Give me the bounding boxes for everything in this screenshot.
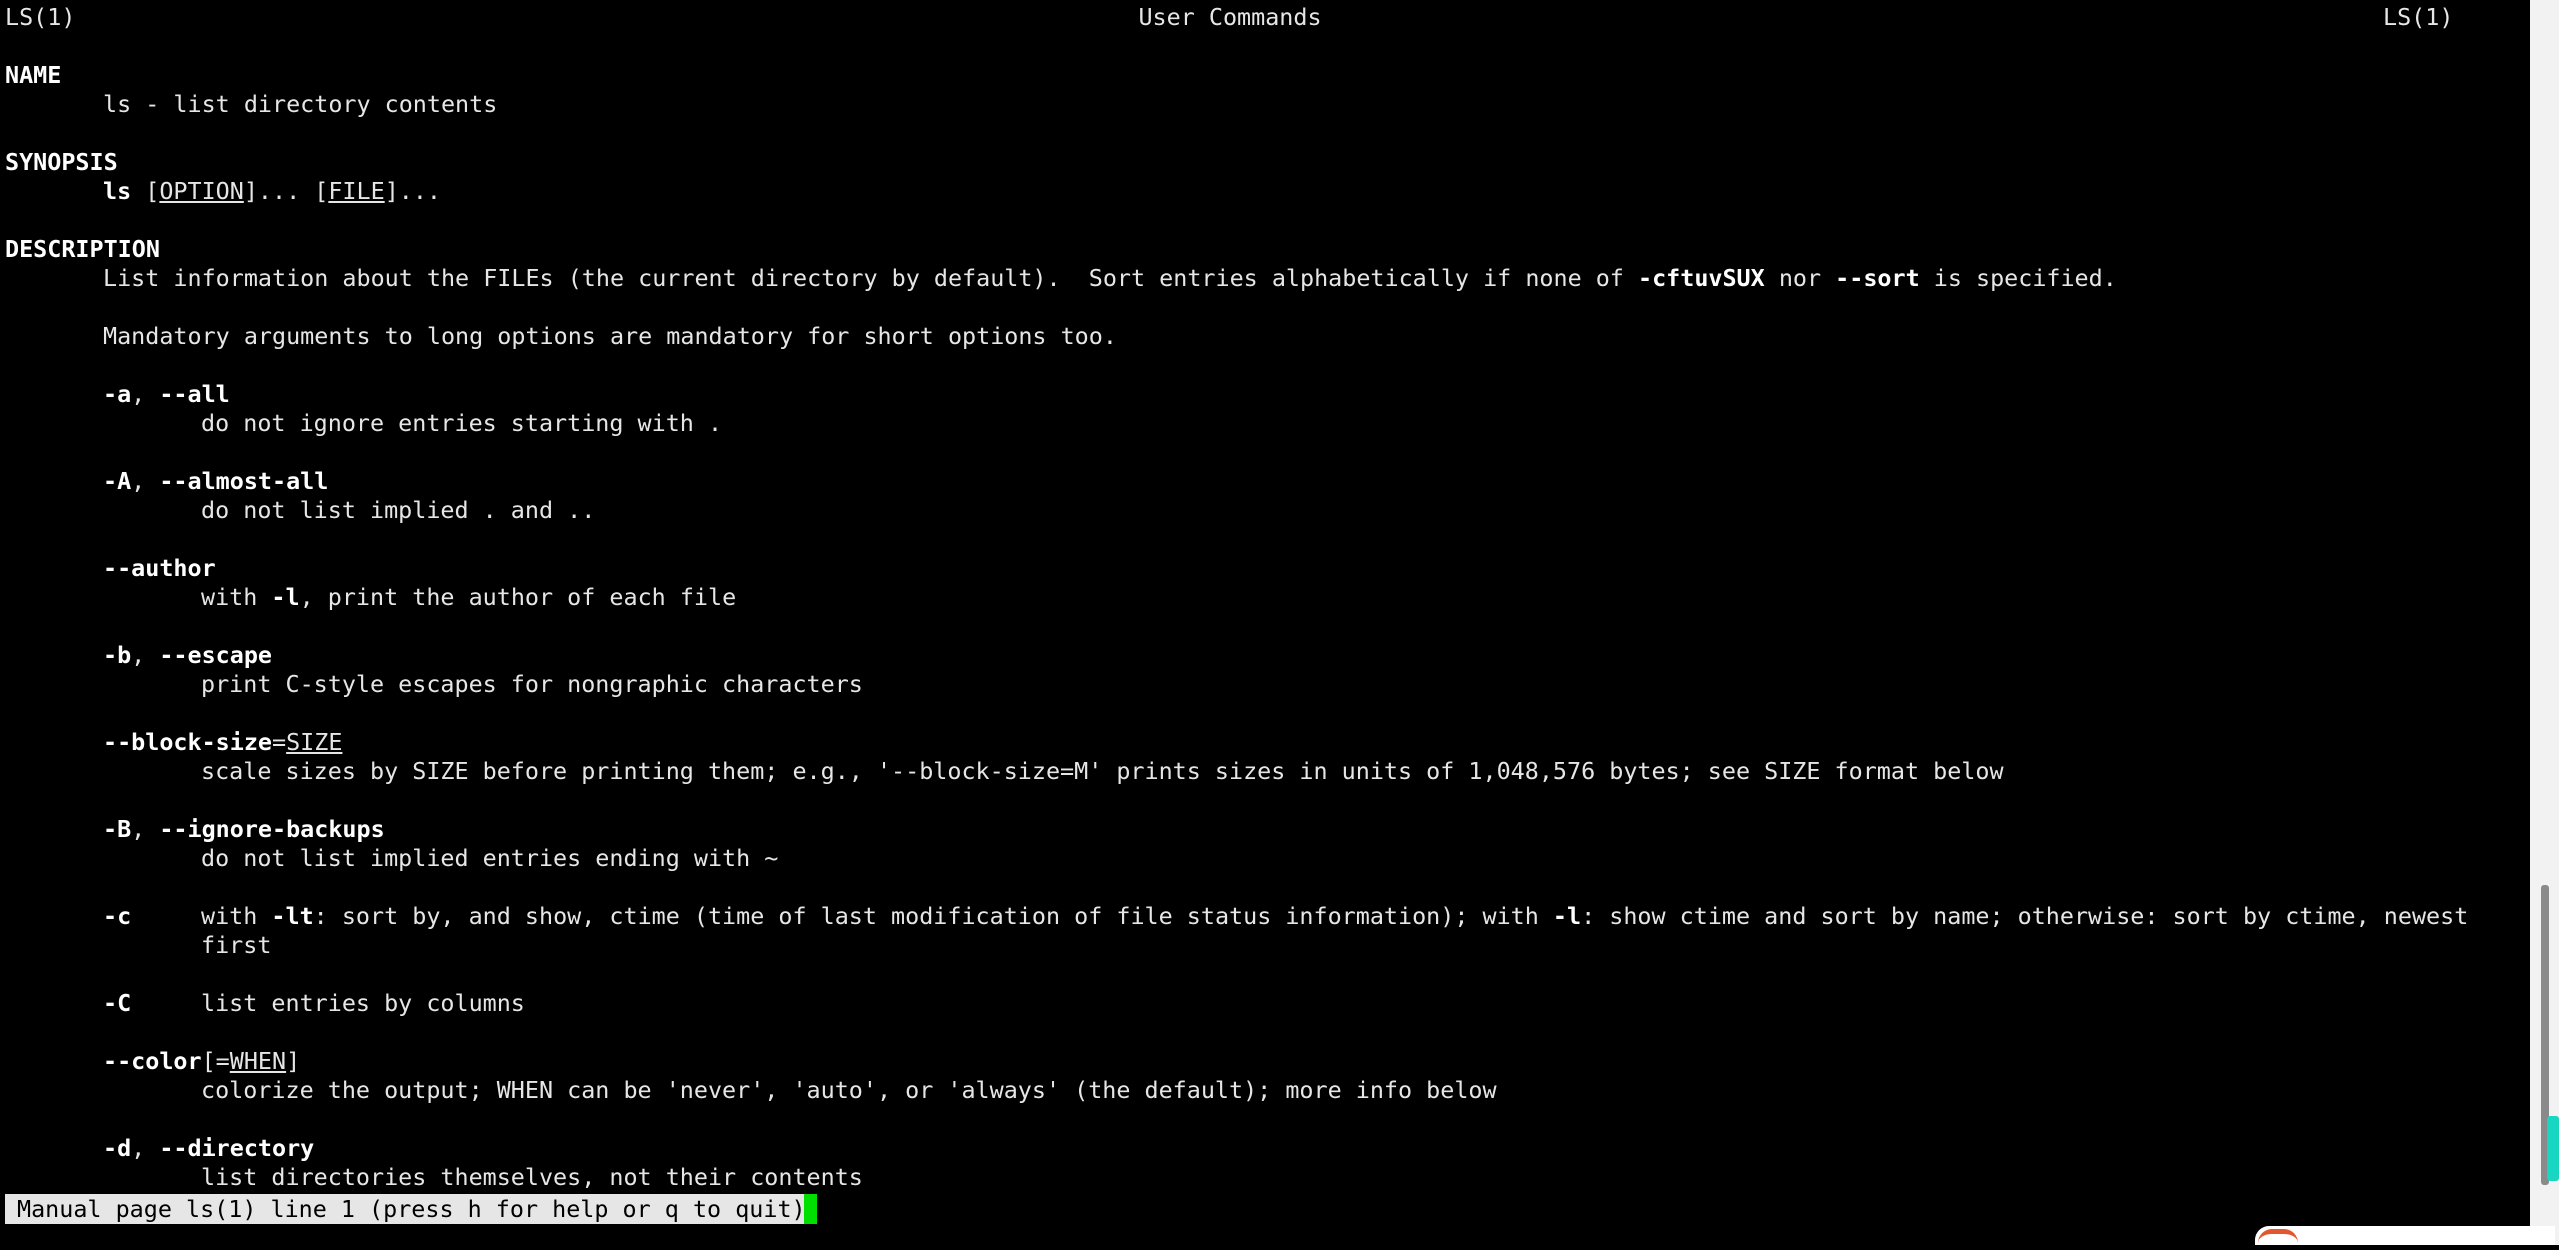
section-heading-name: NAME bbox=[5, 61, 62, 89]
terminal-window[interactable]: LS(1) User Commands LS(1) NAME ls - list… bbox=[0, 0, 2530, 1245]
option-sep: , bbox=[131, 380, 160, 408]
option-c-desc: with -lt: sort by, and show, ctime (time… bbox=[201, 902, 2468, 931]
option-block-size-desc: scale sizes by SIZE before printing them… bbox=[201, 757, 2004, 785]
option-sep: , bbox=[131, 815, 160, 843]
synopsis-command: ls bbox=[103, 177, 132, 205]
section-heading-synopsis: SYNOPSIS bbox=[5, 148, 118, 176]
option-desc-text: with bbox=[201, 902, 272, 930]
option-b-flags: -b, --escape bbox=[103, 641, 272, 670]
synopsis-bracket: [ bbox=[131, 177, 160, 205]
description-line-1: List information about the FILEs (the cu… bbox=[103, 264, 2117, 293]
option-flag: --block-size bbox=[103, 728, 272, 756]
option-flag: -l bbox=[271, 583, 300, 611]
option-sep: , bbox=[131, 641, 160, 669]
synopsis-ellipsis: ]... bbox=[384, 177, 442, 205]
option-b-desc: print C-style escapes for nongraphic cha… bbox=[201, 670, 863, 698]
terminal-cursor[interactable] bbox=[804, 1194, 817, 1224]
app-logo-icon bbox=[2258, 1229, 2298, 1250]
option-flag: -lt bbox=[271, 902, 314, 930]
pager-status-prompt: Manual page ls(1) line 1 (press h for he… bbox=[5, 1194, 808, 1224]
corner-overlay-widget[interactable] bbox=[2255, 1226, 2555, 1245]
description-text: is specified. bbox=[1919, 264, 2117, 292]
description-flag-sort: --sort bbox=[1835, 264, 1920, 292]
synopsis-bracket: ]... [ bbox=[243, 177, 329, 205]
header-right: LS(1) bbox=[2383, 3, 2454, 31]
option-B-desc: do not list implied entries ending with … bbox=[201, 844, 779, 872]
option-A-desc: do not list implied . and .. bbox=[201, 496, 596, 524]
option-sep: ] bbox=[286, 1047, 301, 1075]
option-a-desc: do not ignore entries starting with . bbox=[201, 409, 723, 437]
option-flag: -d bbox=[103, 1134, 132, 1162]
option-flag: -a bbox=[103, 380, 132, 408]
scroll-position-marker bbox=[2547, 1116, 2559, 1181]
option-flag: --all bbox=[159, 380, 230, 408]
option-desc-text: with bbox=[201, 583, 272, 611]
option-arg: SIZE bbox=[286, 728, 343, 756]
option-flag: -b bbox=[103, 641, 132, 669]
section-heading-description: DESCRIPTION bbox=[5, 235, 160, 263]
option-desc-text: : sort by, and show, ctime (time of last… bbox=[313, 902, 1553, 930]
description-text: nor bbox=[1764, 264, 1836, 292]
option-a-flags: -a, --all bbox=[103, 380, 230, 409]
option-flag: --ignore-backups bbox=[159, 815, 385, 843]
option-C-desc: list entries by columns bbox=[201, 989, 525, 1017]
option-author-flag: --author bbox=[103, 554, 216, 582]
option-author-desc: with -l, print the author of each file bbox=[201, 583, 736, 612]
option-flag: --directory bbox=[159, 1134, 315, 1162]
name-text: ls - list directory contents bbox=[103, 90, 498, 118]
synopsis-option-arg: OPTION bbox=[159, 177, 244, 205]
option-flag: -l bbox=[1552, 902, 1582, 930]
synopsis-line: ls [OPTION]... [FILE]... bbox=[103, 177, 441, 206]
option-C-flag: -C bbox=[103, 989, 132, 1017]
option-desc-text: : show ctime and sort by name; otherwise… bbox=[1581, 902, 2469, 930]
option-flag: --color bbox=[103, 1047, 202, 1075]
option-block-size-flag: --block-size=SIZE bbox=[103, 728, 342, 757]
option-sep: , bbox=[131, 1134, 160, 1162]
description-text: List information about the FILEs (the cu… bbox=[103, 264, 1638, 292]
option-desc-text: , print the author of each file bbox=[299, 583, 737, 611]
option-sep: [= bbox=[201, 1047, 230, 1075]
description-flag-cftuvSUX: -cftuvSUX bbox=[1637, 264, 1765, 292]
option-d-desc: list directories themselves, not their c… bbox=[201, 1163, 863, 1191]
option-flag: -A bbox=[103, 467, 132, 495]
option-flag: --escape bbox=[159, 641, 273, 669]
option-sep: , bbox=[131, 467, 160, 495]
option-arg: WHEN bbox=[229, 1047, 287, 1075]
option-color-desc: colorize the output; WHEN can be 'never'… bbox=[201, 1076, 1497, 1104]
header-title: User Commands bbox=[1138, 3, 1322, 31]
option-flag: -B bbox=[103, 815, 132, 843]
option-flag: --almost-all bbox=[159, 467, 329, 495]
option-color-flag: --color[=WHEN] bbox=[103, 1047, 300, 1076]
option-B-flags: -B, --ignore-backups bbox=[103, 815, 385, 844]
description-line-2: Mandatory arguments to long options are … bbox=[103, 322, 1117, 350]
option-c-desc-cont: first bbox=[201, 931, 272, 959]
option-sep: = bbox=[272, 728, 287, 756]
option-d-flags: -d, --directory bbox=[103, 1134, 314, 1163]
synopsis-file-arg: FILE bbox=[328, 177, 385, 205]
option-c-flag: -c bbox=[103, 902, 132, 930]
option-A-flags: -A, --almost-all bbox=[103, 467, 328, 496]
